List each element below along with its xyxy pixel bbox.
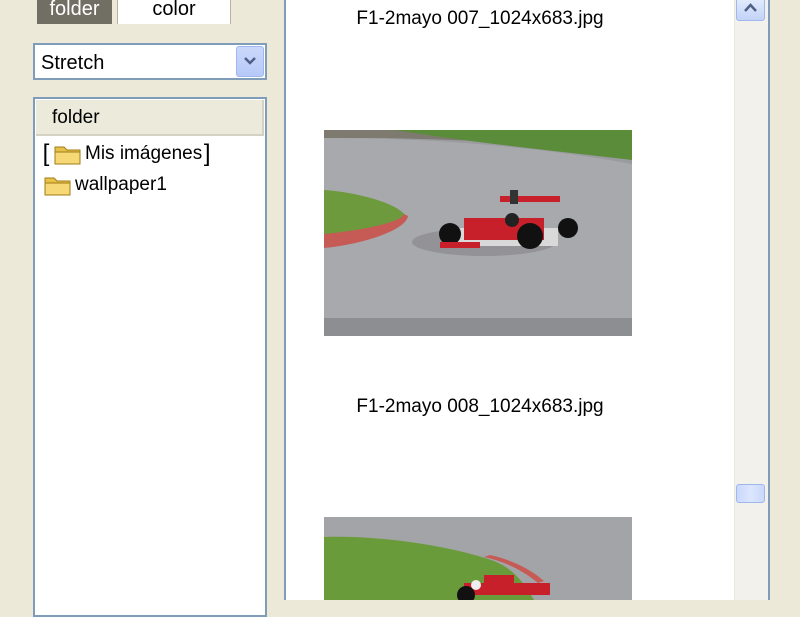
image-filename: F1-2mayo 008_1024x683.jpg [356,396,604,417]
tree-item-label: wallpaper1 [75,174,167,195]
dropdown-arrow-button[interactable] [236,46,264,77]
tree-item-mis-imagenes[interactable]: [ Mis imágenes ] [41,139,212,169]
image-thumbnail[interactable] [324,517,632,600]
image-gallery: F1-2mayo 007_1024x683.jpg F1-2mayo 008_1… [286,0,768,600]
folder-icon [54,146,81,165]
vertical-scrollbar[interactable] [734,0,769,600]
folder-tree: folder [ Mis imágenes ] wallpaper1 [33,97,267,617]
selection-bracket-left: [ [42,140,50,167]
view-mode-value: Stretch [41,52,105,74]
race-car-photo [324,517,632,600]
scroll-up-button[interactable] [736,0,765,21]
tree-item-wallpaper1[interactable]: wallpaper1 [41,170,167,200]
view-mode-select[interactable]: Stretch [33,43,267,80]
image-filename: F1-2mayo 007_1024x683.jpg [356,8,604,29]
selection-bracket-right: ] [203,140,211,167]
folder-tree-header: folder [36,100,264,136]
folder-icon [44,177,71,196]
tab-folder[interactable]: folder [37,0,112,24]
tree-item-label: Mis imágenes [85,143,203,164]
race-car-photo [324,130,632,336]
viewer-right-border [768,0,770,600]
tab-color[interactable]: color [117,0,231,24]
chevron-up-icon [744,3,757,12]
image-thumbnail[interactable] [324,130,632,336]
scroll-thumb[interactable] [736,484,765,503]
chevron-down-icon [244,57,256,65]
